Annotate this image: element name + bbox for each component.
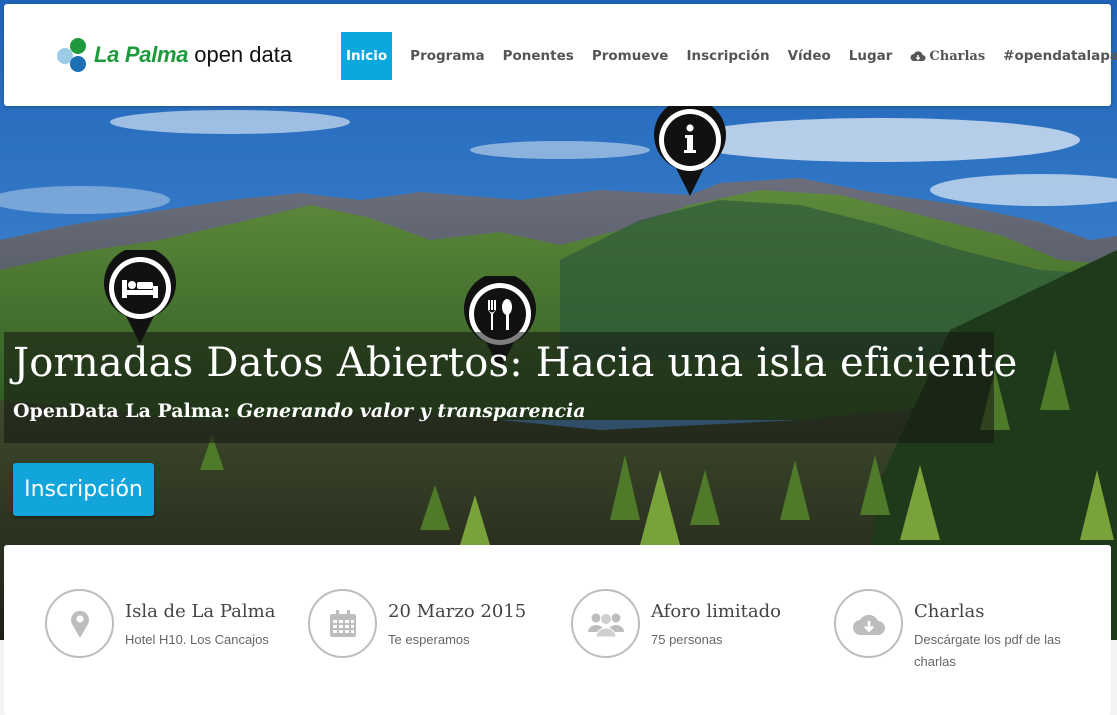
feature-date-circle [308, 589, 377, 658]
main-navigation: Inicio Programa Ponentes Promueve Inscri… [341, 30, 1117, 82]
map-marker-icon [70, 610, 89, 638]
nav-item-inicio[interactable]: Inicio [341, 32, 393, 80]
users-icon [587, 612, 624, 637]
feature-capacity-title: Aforo limitado [651, 601, 782, 622]
nav-item-charlas-label: Charlas [929, 48, 986, 64]
nav-item-ponentes[interactable]: Ponentes [494, 32, 583, 80]
feature-location-title: Isla de La Palma [125, 601, 276, 622]
nav-item-video[interactable]: Vídeo [779, 32, 840, 80]
hero-title: Jornadas Datos Abiertos: Hacia una isla … [13, 340, 1018, 386]
info-strip: Isla de La Palma Hotel H10. Los Cancajos… [4, 545, 1111, 715]
feature-capacity-desc: 75 personas [651, 632, 723, 647]
feature-talks[interactable]: Charlas Descárgate los pdf de las charla… [834, 589, 1094, 669]
info-icon [654, 102, 726, 196]
feature-location: Isla de La Palma Hotel H10. Los Cancajos [45, 589, 305, 669]
hero-subtitle-plain: OpenData La Palma: [13, 400, 237, 422]
la-palma-logo-icon [54, 36, 90, 74]
brand-name-secondary: open data [194, 42, 293, 67]
feature-capacity-circle [571, 589, 640, 658]
nav-item-programa[interactable]: Programa [401, 32, 493, 80]
feature-capacity: Aforo limitado 75 personas [571, 589, 831, 669]
brand-logo-link[interactable]: La Palma open data [54, 36, 292, 74]
cloud-download-icon [910, 51, 926, 61]
hero-subtitle: OpenData La Palma: Generando valor y tra… [13, 400, 586, 422]
feature-date-title: 20 Marzo 2015 [388, 601, 527, 622]
nav-item-lugar[interactable]: Lugar [840, 32, 902, 80]
hero-subtitle-emphasis: Generando valor y transparencia [236, 400, 586, 422]
feature-location-desc: Hotel H10. Los Cancajos [125, 632, 269, 647]
calendar-icon [329, 609, 356, 637]
feature-talks-title: Charlas [914, 601, 985, 622]
nav-item-charlas[interactable]: Charlas [901, 32, 994, 80]
feature-talks-circle [834, 589, 903, 658]
feature-talks-desc: Descárgate los pdf de las charlas [914, 632, 1061, 669]
brand-name-primary: La Palma [94, 42, 189, 67]
feature-date-desc: Te esperamos [388, 632, 470, 647]
feature-date: 20 Marzo 2015 Te esperamos [308, 589, 568, 669]
nav-item-promueve[interactable]: Promueve [583, 32, 678, 80]
cloud-download-icon [852, 614, 885, 635]
nav-item-hashtag[interactable]: #opendatalapalma [994, 32, 1117, 80]
inscripcion-button[interactable]: Inscripción [13, 463, 154, 516]
nav-item-inscripcion[interactable]: Inscripción [677, 32, 778, 80]
top-navbar: La Palma open data Inicio Programa Ponen… [4, 4, 1117, 106]
feature-location-circle [45, 589, 114, 658]
